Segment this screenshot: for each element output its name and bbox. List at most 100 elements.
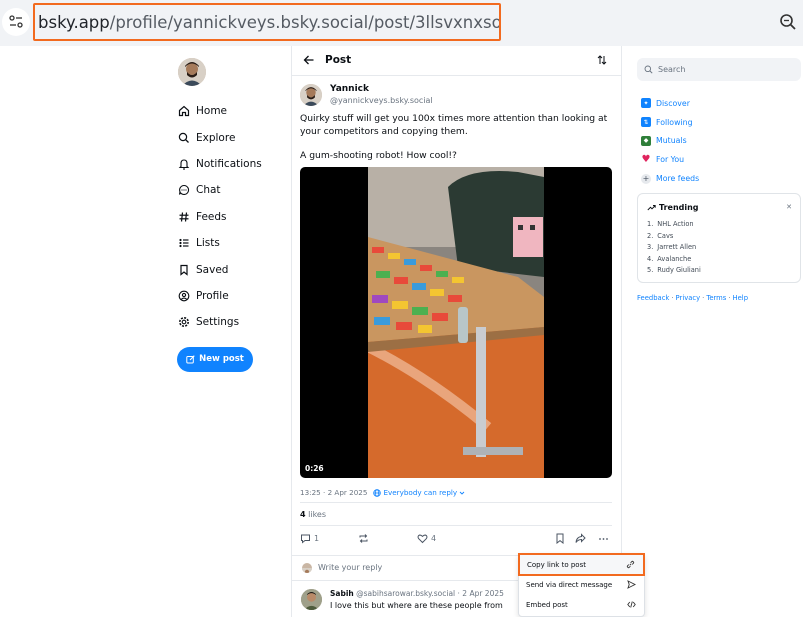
video-frame xyxy=(368,167,544,478)
user-avatar[interactable] xyxy=(178,58,206,86)
heart-feed-icon: ♥ xyxy=(641,154,651,166)
avatar-image xyxy=(300,84,322,106)
comment-author-name[interactable]: Sabih xyxy=(330,589,354,598)
like-button[interactable]: 4 xyxy=(417,533,436,544)
author-name[interactable]: Yannick xyxy=(330,84,369,94)
divider xyxy=(300,502,612,503)
new-post-label: New post xyxy=(199,354,244,365)
compose-icon xyxy=(186,354,195,364)
browser-toolbar: bsky.app/profile/yannickveys.bsky.social… xyxy=(0,0,803,46)
feed-item-mutuals[interactable]: ◆ Mutuals xyxy=(641,132,699,151)
trending-card: Trending ✕ 1. NHL Action 2. Cavs 3. Jarrett… xyxy=(637,193,801,283)
trending-rank: 3. xyxy=(647,243,654,251)
reply-input[interactable]: Write your reply xyxy=(318,563,382,572)
terms-link[interactable]: Terms xyxy=(706,294,726,302)
nav-item-saved[interactable]: Saved xyxy=(175,256,285,282)
back-arrow-icon[interactable] xyxy=(303,54,315,66)
trending-label: NHL Action xyxy=(657,220,694,228)
avatar-image xyxy=(301,589,322,610)
video-player[interactable]: 0:26 xyxy=(300,167,612,478)
video-duration: 0:26 xyxy=(305,464,324,473)
help-link[interactable]: Help xyxy=(733,294,749,302)
trending-item[interactable]: 1. NHL Action xyxy=(647,220,701,232)
page-title: Post xyxy=(325,54,352,66)
send-icon xyxy=(627,580,636,589)
nav-item-explore[interactable]: Explore xyxy=(175,124,285,150)
search-icon xyxy=(644,65,653,74)
following-feed-icon: ⇅ xyxy=(641,117,651,128)
copy-link-menu-item[interactable]: Copy link to post xyxy=(518,553,645,576)
feed-item-following[interactable]: ⇅ Following xyxy=(641,113,699,132)
search-placeholder: Search xyxy=(658,65,686,74)
feedback-link[interactable]: Feedback xyxy=(637,294,669,302)
nav-item-profile[interactable]: Profile xyxy=(175,283,285,309)
author-handle[interactable]: @yannickveys.bsky.social xyxy=(330,96,433,105)
comment-avatar[interactable] xyxy=(301,589,322,610)
feed-label: Discover xyxy=(656,98,690,108)
repost-icon xyxy=(359,534,368,543)
post-text-paragraph: Quirky stuff will get you 100x times mor… xyxy=(300,113,608,137)
bell-icon xyxy=(177,157,191,171)
share-icon xyxy=(575,533,586,543)
nav-label: Home xyxy=(196,105,228,118)
reply-button[interactable]: 1 xyxy=(300,533,319,544)
trending-item[interactable]: 5. Rudy Giuliani xyxy=(647,266,701,278)
menu-item-label: Send via direct message xyxy=(526,581,613,589)
nav-item-home[interactable]: Home xyxy=(175,98,285,124)
reply-permission-label: Everybody can reply xyxy=(383,488,458,497)
share-button[interactable] xyxy=(575,533,586,544)
trending-rank: 2. xyxy=(647,231,654,240)
nav-item-notifications[interactable]: Notifications xyxy=(175,151,285,177)
trending-item[interactable]: 3. Jarrett Allen xyxy=(647,243,701,255)
post-context-menu: Copy link to post Send via direct messag… xyxy=(518,553,645,617)
zoom-icon xyxy=(780,14,796,30)
bookmark-icon xyxy=(556,533,564,544)
nav-label: Notifications xyxy=(196,157,262,170)
menu-item-label: Copy link to post xyxy=(527,560,586,569)
search-input[interactable]: Search xyxy=(637,58,801,81)
repost-button[interactable] xyxy=(358,533,369,544)
post-actions: 1 4 xyxy=(300,533,612,547)
post-text-paragraph: A gum-shooting robot! How cool!? xyxy=(300,150,457,161)
mutuals-feed-icon: ◆ xyxy=(641,135,651,146)
close-icon[interactable]: ✕ xyxy=(786,203,792,211)
nav-item-lists[interactable]: Lists xyxy=(175,230,285,256)
new-post-button[interactable]: New post xyxy=(177,346,253,372)
thread-options-icon[interactable] xyxy=(597,55,607,65)
site-settings-button[interactable] xyxy=(2,8,30,36)
bookmark-button[interactable] xyxy=(555,533,565,544)
trending-rank: 4. xyxy=(647,254,654,263)
trending-item[interactable]: 2. Cavs xyxy=(647,232,701,244)
address-bar[interactable]: bsky.app/profile/yannickveys.bsky.social… xyxy=(33,3,501,41)
feed-label: Mutuals xyxy=(656,136,687,146)
trending-label: Rudy Giuliani xyxy=(657,266,701,274)
trending-list: 1. NHL Action 2. Cavs 3. Jarrett Allen 4. Av… xyxy=(647,220,701,278)
more-options-button[interactable] xyxy=(598,533,609,544)
feed-label: Following xyxy=(656,117,693,127)
reply-icon xyxy=(301,534,310,544)
likes-summary[interactable]: 4 likes xyxy=(300,510,326,519)
trending-item[interactable]: 4. Avalanche xyxy=(647,255,701,267)
embed-post-menu-item[interactable]: Embed post xyxy=(519,595,644,615)
nav-item-feeds[interactable]: Feeds xyxy=(175,204,285,230)
feed-item-more-feeds[interactable]: + More feeds xyxy=(641,169,699,188)
feeds-list: ✦ Discover ⇅ Following ◆ Mutuals ♥ For Y… xyxy=(641,94,699,188)
author-avatar[interactable] xyxy=(300,84,322,106)
privacy-link[interactable]: Privacy xyxy=(676,294,701,302)
reply-permission-button[interactable]: Everybody can reply xyxy=(373,488,465,497)
post-body: Quirky stuff will get you 100x times mor… xyxy=(300,113,612,163)
column-divider xyxy=(621,46,622,617)
reply-avatar xyxy=(302,563,312,573)
nav-label: Lists xyxy=(196,237,220,250)
reply-count: 1 xyxy=(314,534,320,543)
feed-item-for-you[interactable]: ♥ For You xyxy=(641,150,699,169)
comment-header: Sabih @sabihsarowar.bsky.social · 2 Apr … xyxy=(330,589,504,598)
zoom-button[interactable] xyxy=(777,11,799,33)
send-dm-menu-item[interactable]: Send via direct message xyxy=(519,575,644,595)
nav-item-settings[interactable]: Settings xyxy=(175,309,285,335)
likes-count: 4 xyxy=(300,510,306,519)
feed-item-discover[interactable]: ✦ Discover xyxy=(641,94,699,113)
list-icon xyxy=(177,236,191,250)
nav-item-chat[interactable]: Chat xyxy=(175,177,285,203)
video-thumbnail-image xyxy=(368,167,544,478)
